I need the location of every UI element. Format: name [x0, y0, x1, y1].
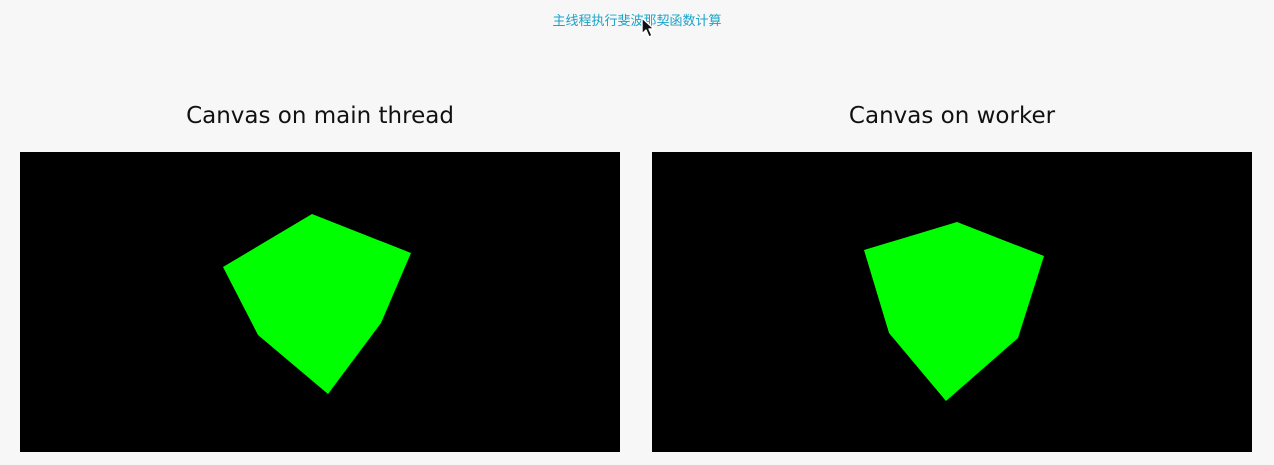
main-thread-canvas[interactable]	[20, 152, 620, 452]
worker-canvas[interactable]	[652, 152, 1252, 452]
fibonacci-main-thread-button[interactable]: 主线程执行斐波那契函数计算	[0, 13, 1274, 31]
worker-cube	[864, 222, 1044, 401]
worker-title: Canvas on worker	[848, 103, 1056, 129]
main-thread-cube-scene	[223, 214, 411, 394]
main-thread-cube	[223, 214, 411, 394]
worker-panel: Canvas on worker	[652, 100, 1252, 452]
main-thread-title: Canvas on main thread	[186, 103, 454, 129]
worker-cube-scene	[864, 222, 1044, 401]
main-thread-panel: Canvas on main thread	[20, 100, 620, 452]
page: 主线程执行斐波那契函数计算 Canvas on main thread Canv…	[0, 0, 1274, 465]
